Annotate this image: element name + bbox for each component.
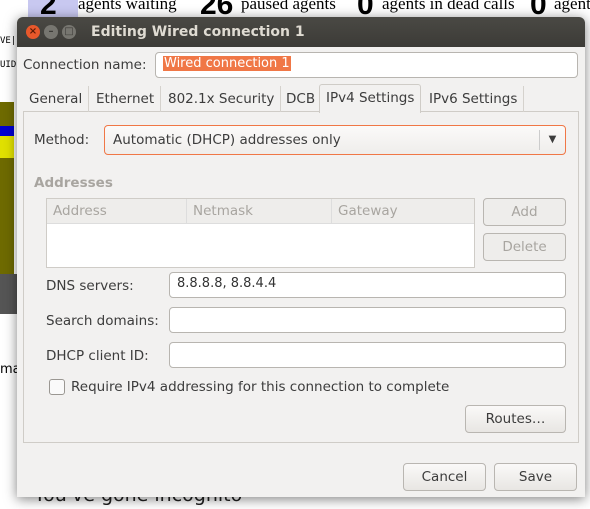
stat-label: paused agents: [241, 0, 336, 13]
stat-label: agents waiting: [78, 0, 177, 13]
edit-connection-dialog: × – □ Editing Wired connection 1 Connect…: [17, 17, 585, 497]
titlebar[interactable]: × – □ Editing Wired connection 1: [17, 17, 585, 47]
maximize-icon[interactable]: □: [62, 25, 76, 39]
strip-label: UID: [0, 60, 17, 70]
addresses-label: Addresses: [34, 175, 113, 191]
search-domains-input[interactable]: [169, 307, 566, 333]
connection-name-input[interactable]: Wired connection 1: [155, 52, 578, 78]
dns-servers-input[interactable]: 8.8.8.8, 8.8.4.4: [169, 272, 566, 298]
dialog-title: Editing Wired connection 1: [91, 24, 305, 40]
dhcp-client-id-label: DHCP client ID:: [46, 348, 149, 364]
dhcp-client-id-input[interactable]: [169, 342, 566, 368]
column-netmask[interactable]: Netmask: [187, 199, 332, 223]
minimize-icon[interactable]: –: [44, 25, 58, 39]
tab-dcb[interactable]: DCB: [280, 86, 323, 112]
background-strip: VE| UID ma: [0, 22, 21, 509]
save-button[interactable]: Save: [494, 463, 577, 491]
tab-ipv4-settings[interactable]: IPv4 Settings: [319, 84, 422, 113]
stat-label: agents in dead calls: [382, 0, 515, 13]
require-ipv4-label[interactable]: Require IPv4 addressing for this connect…: [71, 379, 449, 395]
strip-label: VE|: [0, 36, 17, 46]
tab-ethernet[interactable]: Ethernet: [90, 86, 162, 112]
close-icon[interactable]: ×: [26, 25, 40, 39]
dns-label: DNS servers:: [46, 278, 134, 294]
addresses-table[interactable]: Address Netmask Gateway: [46, 198, 475, 268]
tab-general[interactable]: General: [23, 86, 90, 112]
tab-ipv6-settings[interactable]: IPv6 Settings: [423, 86, 525, 112]
delete-button[interactable]: Delete: [483, 233, 566, 261]
connection-name-label: Connection name:: [23, 57, 147, 73]
routes-button[interactable]: Routes…: [465, 405, 566, 433]
search-domains-label: Search domains:: [46, 313, 159, 329]
column-address[interactable]: Address: [47, 199, 187, 223]
method-label: Method:: [34, 132, 90, 148]
column-gateway[interactable]: Gateway: [332, 199, 474, 223]
tab-security[interactable]: 802.1x Security: [162, 86, 282, 112]
chevron-down-icon: ▼: [539, 130, 565, 150]
require-ipv4-checkbox[interactable]: [49, 379, 65, 395]
add-button[interactable]: Add: [483, 198, 566, 226]
method-select[interactable]: Automatic (DHCP) addresses only ▼: [104, 125, 566, 155]
cancel-button[interactable]: Cancel: [403, 463, 486, 491]
stat-label: agents: [554, 0, 590, 13]
